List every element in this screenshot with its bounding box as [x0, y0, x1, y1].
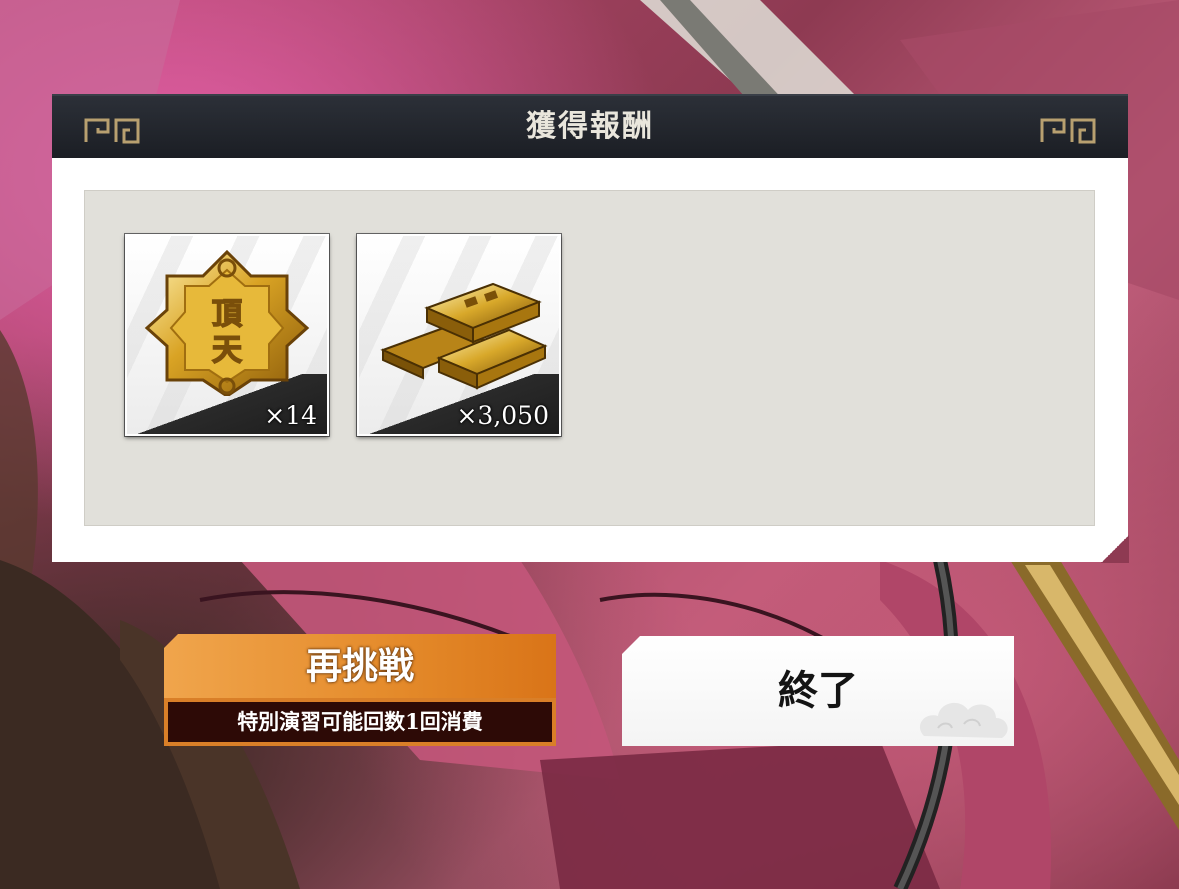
reward-item-gold[interactable]: ×3,050 [357, 234, 561, 436]
emblem-text-top: 頂 [212, 297, 243, 332]
emblem-medal-icon: 頂 天 [144, 249, 310, 396]
retry-cost-label: 特別演習可能回数1回消費 [168, 702, 552, 742]
gold-bars-icon [380, 282, 548, 390]
end-button[interactable]: 終了 [622, 636, 1014, 746]
reward-list: 頂 天 ×14 ×3,050 [84, 190, 1095, 526]
retry-button[interactable]: 再挑戦 特別演習可能回数1回消費 [164, 634, 556, 746]
reward-item-emblem[interactable]: 頂 天 ×14 [125, 234, 329, 436]
dialog-header: 獲得報酬 [52, 94, 1128, 158]
emblem-text-bottom: 天 [212, 333, 242, 368]
retry-button-label: 再挑戦 [305, 645, 414, 687]
reward-dialog: 獲得報酬 頂 天 ×14 ×3,050 [52, 94, 1129, 563]
reward-count: ×14 [264, 401, 317, 430]
dialog-body: 頂 天 ×14 ×3,050 [52, 158, 1128, 562]
retry-cost-bar: 特別演習可能回数1回消費 [164, 698, 556, 746]
fret-ornament-icon [1040, 118, 1096, 144]
end-button-label: 終了 [778, 667, 858, 714]
dialog-title: 獲得報酬 [526, 109, 654, 144]
reward-count: ×3,050 [456, 401, 549, 430]
